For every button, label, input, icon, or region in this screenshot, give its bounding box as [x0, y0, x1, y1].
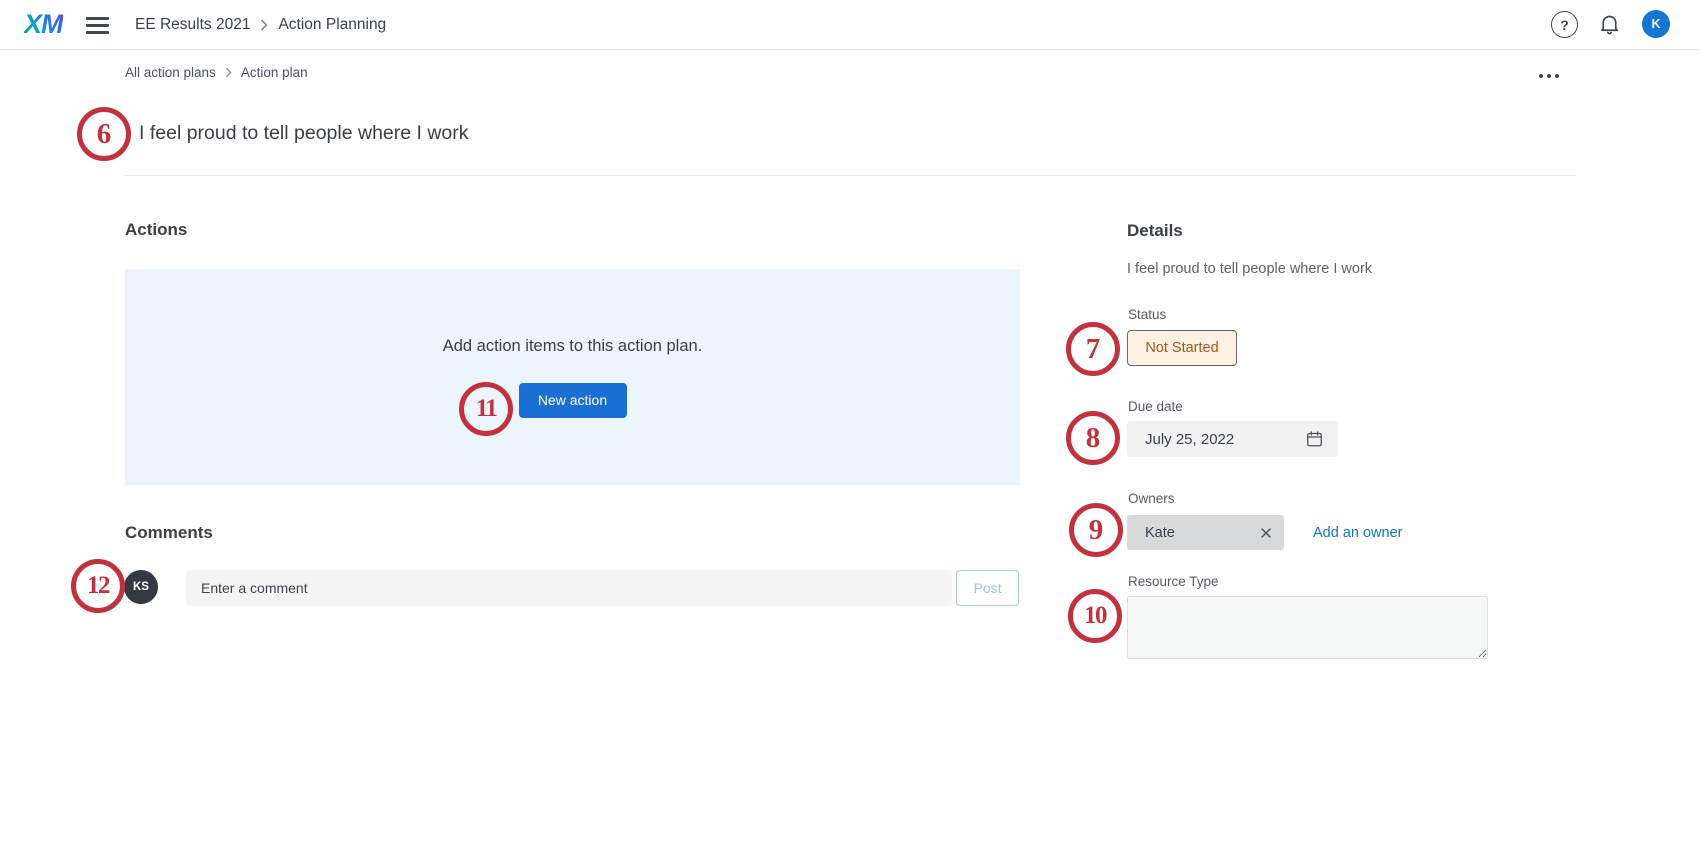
xm-logo[interactable]: XM — [24, 9, 63, 40]
breadcrumb-project[interactable]: EE Results 2021 — [135, 16, 250, 34]
breadcrumb-section[interactable]: Action Planning — [278, 16, 386, 34]
status-label: Status — [1128, 307, 1166, 322]
all-action-plans-link[interactable]: All action plans — [125, 65, 216, 80]
help-icon[interactable]: ? — [1551, 11, 1578, 38]
chevron-right-icon — [260, 19, 268, 31]
details-heading: Details — [1127, 221, 1183, 241]
resource-type-label: Resource Type — [1128, 574, 1219, 589]
ellipsis-dot — [1547, 74, 1552, 79]
post-button[interactable]: Post — [956, 570, 1019, 606]
due-date-label: Due date — [1128, 399, 1183, 414]
actions-empty-state: Add action items to this action plan. Ne… — [125, 269, 1020, 485]
due-date-field[interactable]: July 25, 2022 — [1127, 421, 1338, 457]
close-icon — [1260, 527, 1272, 539]
add-owner-link[interactable]: Add an owner — [1313, 525, 1402, 541]
page-title: I feel proud to tell people where I work — [139, 122, 469, 145]
chevron-right-icon — [225, 67, 232, 78]
ellipsis-dot — [1539, 74, 1544, 79]
resource-type-textarea[interactable] — [1127, 596, 1488, 659]
status-badge[interactable]: Not Started — [1127, 330, 1237, 366]
user-avatar[interactable]: K — [1642, 10, 1670, 38]
empty-state-message: Add action items to this action plan. — [443, 337, 703, 356]
top-navigation-bar: XM EE Results 2021 Action Planning ? K — [0, 0, 1700, 50]
divider — [125, 175, 1576, 176]
annotation-circle-9: 9 — [1069, 503, 1123, 557]
breadcrumb-current: Action plan — [241, 65, 308, 80]
calendar-icon — [1305, 429, 1324, 449]
annotation-circle-8: 8 — [1066, 411, 1120, 465]
hamburger-menu-icon[interactable] — [86, 17, 109, 34]
ellipsis-dot — [1555, 74, 1560, 79]
annotation-circle-12: 12 — [71, 559, 125, 613]
details-description: I feel proud to tell people where I work — [1127, 261, 1372, 277]
hamburger-bar — [86, 24, 109, 27]
more-options-button[interactable] — [1532, 68, 1566, 84]
annotation-circle-7: 7 — [1066, 322, 1120, 376]
annotation-circle-6: 6 — [77, 107, 131, 161]
actions-heading: Actions — [125, 220, 187, 240]
remove-owner-button[interactable] — [1260, 527, 1272, 539]
top-breadcrumb: EE Results 2021 Action Planning — [135, 0, 386, 50]
new-action-button[interactable]: New action — [519, 383, 627, 418]
commenter-avatar: KS — [124, 570, 158, 604]
comment-input[interactable] — [186, 570, 952, 606]
owner-chip: Kate — [1127, 515, 1284, 550]
hamburger-bar — [86, 31, 109, 34]
due-date-value: July 25, 2022 — [1145, 431, 1234, 448]
comments-heading: Comments — [125, 523, 213, 543]
notifications-bell-icon[interactable] — [1596, 11, 1623, 38]
bell-icon — [1597, 11, 1622, 37]
help-glyph: ? — [1560, 17, 1569, 33]
owner-name: Kate — [1145, 525, 1175, 541]
action-plan-page: XM EE Results 2021 Action Planning ? K A… — [0, 0, 1700, 850]
owners-label: Owners — [1128, 491, 1175, 506]
annotation-circle-10: 10 — [1068, 589, 1122, 643]
plan-breadcrumb: All action plans Action plan — [125, 63, 308, 81]
hamburger-bar — [86, 17, 109, 20]
